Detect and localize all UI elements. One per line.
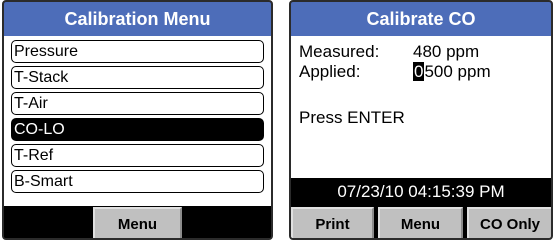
calibration-menu-screen: Calibration Menu Pressure T-Stack T-Air … bbox=[2, 0, 273, 240]
menu-item-b-smart[interactable]: B-Smart bbox=[11, 170, 264, 193]
co-only-softkey[interactable]: CO Only bbox=[467, 207, 551, 238]
calibration-readout: Measured: 480 ppm Applied: 0500 ppm Pres… bbox=[291, 36, 551, 178]
softkey-bar: Print Menu CO Only bbox=[291, 206, 551, 238]
calibration-menu-title: Calibration Menu bbox=[4, 2, 271, 36]
menu-item-t-air[interactable]: T-Air bbox=[11, 92, 264, 115]
softkey-bar: Menu bbox=[4, 206, 271, 238]
menu-softkey[interactable]: Menu bbox=[378, 207, 463, 238]
applied-cursor-digit[interactable]: 0 bbox=[413, 62, 425, 81]
print-softkey[interactable]: Print bbox=[291, 207, 374, 238]
calibration-menu-list: Pressure T-Stack T-Air CO-LO T-Ref B-Sma… bbox=[4, 36, 271, 206]
applied-value-rest: 500 ppm bbox=[424, 62, 491, 81]
press-enter-prompt: Press ENTER bbox=[299, 108, 405, 127]
applied-value-field[interactable]: 0500 ppm bbox=[413, 62, 491, 82]
calibrate-co-title: Calibrate CO bbox=[291, 2, 551, 36]
menu-item-co-lo[interactable]: CO-LO bbox=[11, 118, 264, 141]
calibrate-co-screen: Calibrate CO Measured: 480 ppm Applied: … bbox=[289, 0, 553, 240]
menu-softkey[interactable]: Menu bbox=[93, 207, 182, 238]
measured-row: Measured: 480 ppm bbox=[299, 42, 551, 62]
menu-item-pressure[interactable]: Pressure bbox=[11, 40, 264, 63]
datetime-display: 07/23/10 04:15:39 PM bbox=[291, 178, 551, 206]
measured-label: Measured: bbox=[299, 42, 380, 61]
menu-item-t-ref[interactable]: T-Ref bbox=[11, 144, 264, 167]
applied-row: Applied: 0500 ppm bbox=[299, 62, 551, 82]
measured-value: 480 ppm bbox=[413, 42, 480, 61]
applied-label: Applied: bbox=[299, 62, 361, 81]
menu-item-t-stack[interactable]: T-Stack bbox=[11, 66, 264, 89]
